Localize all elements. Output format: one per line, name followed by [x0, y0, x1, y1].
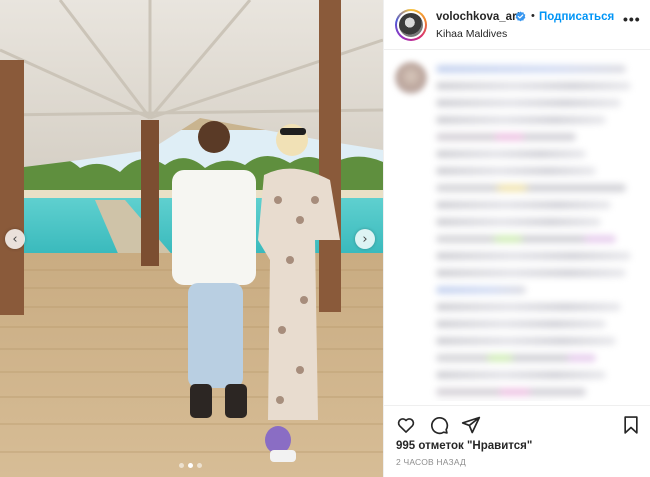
separator-dot: • — [531, 10, 535, 22]
more-options-button[interactable]: ••• — [623, 11, 641, 27]
comment-bubble-icon[interactable] — [429, 415, 449, 435]
post-sidebar: volochkova_art • Подписаться Kihaa Maldi… — [383, 0, 650, 477]
heart-icon[interactable] — [396, 415, 416, 435]
carousel-next-button[interactable]: › — [355, 229, 375, 249]
caption-avatar-blurred — [395, 62, 427, 94]
paper-plane-icon[interactable] — [461, 415, 481, 435]
post-header: volochkova_art • Подписаться Kihaa Maldi… — [384, 0, 650, 50]
post-timestamp[interactable]: 2 ЧАСОВ НАЗАД — [396, 457, 466, 467]
like-count[interactable]: 995 отметок "Нравится" — [396, 440, 532, 452]
chevron-left-icon: ‹ — [12, 231, 18, 247]
carousel-dot — [197, 463, 202, 468]
photo-scene — [0, 0, 383, 477]
carousel-dot-active — [188, 463, 193, 468]
verified-badge-icon — [515, 11, 526, 22]
caption-area — [384, 51, 650, 401]
username-link[interactable]: volochkova_art — [436, 11, 520, 23]
action-bar — [384, 405, 650, 441]
carousel-dot — [179, 463, 184, 468]
carousel-prev-button[interactable]: ‹ — [5, 229, 25, 249]
caption-text-blurred — [436, 65, 641, 401]
bookmark-icon[interactable] — [621, 415, 641, 435]
avatar-image — [399, 13, 423, 37]
post-photo[interactable]: ‹ › — [0, 0, 383, 477]
avatar[interactable] — [395, 9, 427, 41]
carousel-indicator — [179, 463, 202, 468]
follow-button[interactable]: Подписаться — [539, 11, 614, 23]
chevron-right-icon: › — [362, 231, 368, 247]
location-link[interactable]: Kihaa Maldives — [436, 28, 507, 40]
